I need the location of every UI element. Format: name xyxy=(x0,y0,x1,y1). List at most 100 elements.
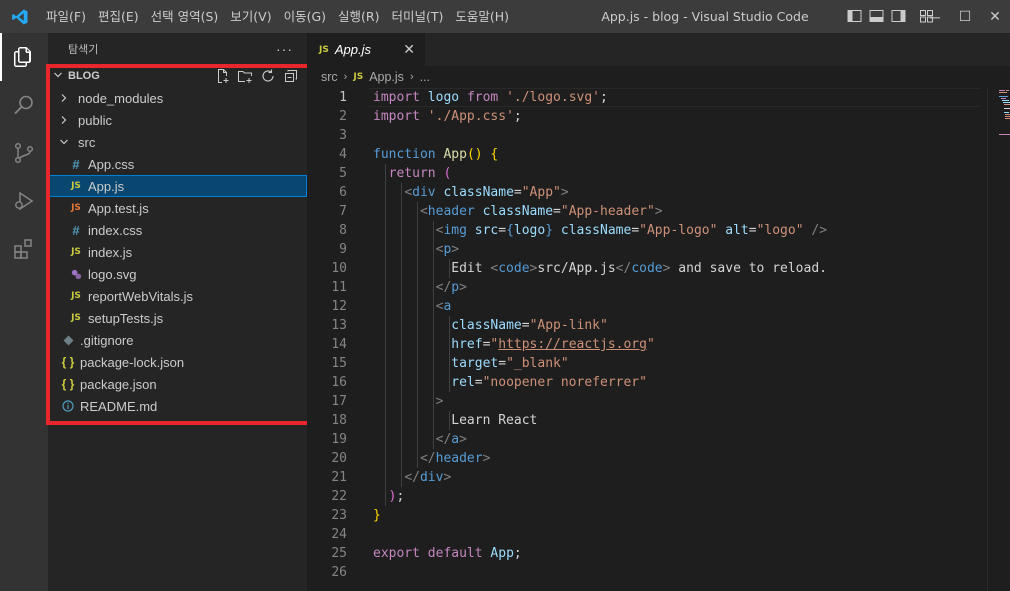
menu-item[interactable]: 도움말(H) xyxy=(449,0,515,33)
tree-file[interactable]: { } package-lock.json xyxy=(48,351,307,373)
new-file-icon[interactable] xyxy=(214,68,230,84)
code-token: target xyxy=(451,356,499,371)
refresh-icon[interactable] xyxy=(260,68,276,84)
extensions-icon[interactable] xyxy=(0,225,48,273)
line-number: 25 xyxy=(331,546,347,561)
run-debug-icon[interactable] xyxy=(0,177,48,225)
code-token: ; xyxy=(513,109,522,124)
menu-item[interactable]: 선택 영역(S) xyxy=(145,0,225,33)
close-window-button[interactable]: ✕ xyxy=(980,0,1010,33)
code-editor[interactable]: 1 import logo from './logo.svg'; 2 import '… xyxy=(307,88,987,582)
menu-item[interactable]: 파일(F) xyxy=(40,0,92,33)
line-number: 7 xyxy=(339,204,347,219)
more-actions-button[interactable]: ··· xyxy=(276,41,293,57)
breadcrumb-src[interactable]: src xyxy=(321,70,338,84)
code-token: App xyxy=(443,147,467,162)
code-token: alt xyxy=(725,223,749,238)
code-line: 14 href="https://reactjs.org" xyxy=(307,335,987,354)
code-line: 16 rel="noopener noreferrer" xyxy=(307,373,987,392)
tab-app-js[interactable]: JS App.js ✕ xyxy=(307,33,425,66)
tree-file[interactable]: logo.svg xyxy=(48,263,307,285)
code-token: "App-header" xyxy=(560,204,655,219)
tree-folder[interactable]: src xyxy=(48,131,307,153)
code-token: > xyxy=(443,470,452,485)
code-token: function xyxy=(373,147,436,162)
workspace-section-header[interactable]: BLOG xyxy=(48,65,307,87)
code-text: className="App-link" xyxy=(373,316,608,335)
code-token: = xyxy=(553,204,561,219)
code-text: <div className="App"> xyxy=(373,183,568,202)
code-token: < xyxy=(404,185,413,200)
breadcrumb-file[interactable]: App.js xyxy=(369,70,404,84)
tree-folder[interactable]: public xyxy=(48,109,307,131)
tree-file[interactable]: JS index.js xyxy=(48,241,307,263)
source-control-icon[interactable] xyxy=(0,129,48,177)
tree-file[interactable]: { } package.json xyxy=(48,373,307,395)
code-text: rel="noopener noreferrer" xyxy=(373,373,647,392)
toggle-primary-sidebar-icon[interactable] xyxy=(846,8,863,24)
new-folder-icon[interactable] xyxy=(237,68,253,84)
search-icon[interactable] xyxy=(0,81,48,129)
tree-file[interactable]: JS reportWebVitals.js xyxy=(48,285,307,307)
tree-file[interactable]: .gitignore xyxy=(48,329,307,351)
minimize-button[interactable]: ─ xyxy=(920,0,950,33)
js-file-icon: JS xyxy=(71,203,81,213)
line-number: 19 xyxy=(331,432,347,447)
line-number: 11 xyxy=(331,280,347,295)
code-line: 8 <img src={logo} className="App-logo" a… xyxy=(307,221,987,240)
line-number: 20 xyxy=(331,451,347,466)
collapse-all-icon[interactable] xyxy=(283,68,299,84)
tree-item-label: src xyxy=(78,134,96,150)
tree-file[interactable]: JS App.js xyxy=(48,175,307,197)
breadcrumb-symbol[interactable]: ... xyxy=(420,70,430,84)
code-text: </p> xyxy=(373,278,467,297)
tree-item-label: App.test.js xyxy=(88,200,149,216)
window-controls: ─ ☐ ✕ xyxy=(920,0,1010,33)
js-file-icon: JS xyxy=(71,291,81,301)
code-token: import xyxy=(373,90,420,105)
explorer-icon[interactable] xyxy=(0,33,48,81)
code-token: "App-link" xyxy=(529,318,608,333)
code-token: } xyxy=(373,508,381,523)
code-line: 1 import logo from './logo.svg'; xyxy=(307,88,987,107)
menu-item[interactable]: 이동(G) xyxy=(278,0,332,33)
code-token: { xyxy=(506,223,514,238)
menu-item[interactable]: 보기(V) xyxy=(224,0,277,33)
code-token: > xyxy=(654,204,663,219)
toggle-panel-icon[interactable] xyxy=(868,8,885,24)
code-token: = xyxy=(513,185,522,200)
code-text: </div> xyxy=(373,468,451,487)
tree-file[interactable]: # index.css xyxy=(48,219,307,241)
file-tree: node_modules public src # App.css JS App.js JS A… xyxy=(48,87,307,417)
js-file-icon: JS xyxy=(71,181,81,191)
activity-bar xyxy=(0,33,48,591)
menu-item[interactable]: 편집(E) xyxy=(92,0,145,33)
tree-item-label: node_modules xyxy=(78,90,164,106)
code-token: } xyxy=(545,223,554,238)
code-line: 9 <p> xyxy=(307,240,987,259)
line-number: 10 xyxy=(331,261,347,276)
code-token: p xyxy=(451,280,460,295)
tree-file[interactable]: # App.css xyxy=(48,153,307,175)
tree-file[interactable]: README.md xyxy=(48,395,307,417)
line-number: 16 xyxy=(331,375,347,390)
close-icon[interactable]: ✕ xyxy=(403,41,415,58)
tree-file[interactable]: JS App.test.js xyxy=(48,197,307,219)
menu-item[interactable]: 터미널(T) xyxy=(386,0,450,33)
minimap[interactable] xyxy=(987,88,1010,188)
toggle-secondary-sidebar-icon[interactable] xyxy=(890,8,907,24)
tree-file[interactable]: JS setupTests.js xyxy=(48,307,307,329)
code-line: 17 > xyxy=(307,392,987,411)
maximize-button[interactable]: ☐ xyxy=(950,0,980,33)
tree-folder[interactable]: node_modules xyxy=(48,87,307,109)
chevron-right-icon xyxy=(56,93,72,103)
vscode-logo-icon xyxy=(0,0,40,33)
git-file-icon xyxy=(60,335,76,346)
menu-item[interactable]: 실행(R) xyxy=(332,0,385,33)
